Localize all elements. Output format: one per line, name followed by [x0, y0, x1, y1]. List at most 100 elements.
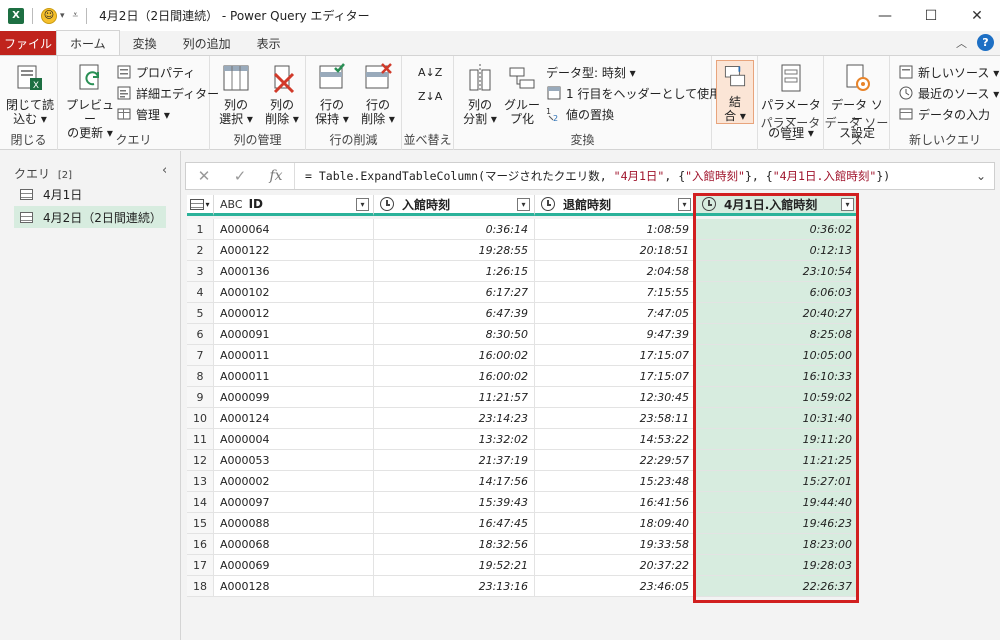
cell-apr1-entry-time[interactable]: 20:40:27 — [696, 303, 859, 324]
cell-entry-time[interactable]: 8:30:50 — [374, 324, 535, 345]
row-number[interactable]: 6 — [187, 324, 214, 345]
advanced-editor-button[interactable]: 詳細エディター — [116, 83, 219, 103]
data-type-dropdown[interactable]: データ型: 時刻 ▾ — [546, 62, 636, 82]
cell-entry-time[interactable]: 16:47:45 — [374, 513, 535, 534]
column-filter-dropdown-icon[interactable]: ▾ — [678, 198, 691, 211]
text-type-icon[interactable]: ABC — [220, 198, 243, 211]
cell-id[interactable]: A000099 — [214, 387, 374, 408]
cancel-formula-icon[interactable]: ✕ — [186, 163, 222, 189]
cell-apr1-entry-time[interactable]: 19:44:40 — [696, 492, 859, 513]
cell-exit-time[interactable]: 22:29:57 — [535, 450, 696, 471]
cell-id[interactable]: A000122 — [214, 240, 374, 261]
keep-rows-button[interactable]: 行の 保持 ▾ — [310, 62, 354, 126]
column-header-exit-time[interactable]: 退館時刻 ▾ — [535, 195, 696, 216]
smiley-feedback-icon[interactable]: ☺ — [41, 7, 57, 24]
enter-data-button[interactable]: データの入力 — [898, 104, 990, 124]
column-header-entry-time[interactable]: 入館時刻 ▾ — [374, 195, 535, 216]
cell-exit-time[interactable]: 23:58:11 — [535, 408, 696, 429]
cell-apr1-entry-time[interactable]: 0:12:13 — [696, 240, 859, 261]
cell-apr1-entry-time[interactable]: 19:46:23 — [696, 513, 859, 534]
cell-apr1-entry-time[interactable]: 19:11:20 — [696, 429, 859, 450]
use-first-row-as-headers-button[interactable]: 1 行目をヘッダーとして使用 ▾ — [546, 83, 731, 103]
cell-apr1-entry-time[interactable]: 6:06:03 — [696, 282, 859, 303]
close-and-load-button[interactable]: X 閉じて読 込む ▾ — [4, 62, 56, 126]
row-number[interactable]: 17 — [187, 555, 214, 576]
cell-apr1-entry-time[interactable]: 8:25:08 — [696, 324, 859, 345]
cell-apr1-entry-time[interactable]: 22:26:37 — [696, 576, 859, 597]
cell-id[interactable]: A000136 — [214, 261, 374, 282]
cell-apr1-entry-time[interactable]: 18:23:00 — [696, 534, 859, 555]
remove-rows-button[interactable]: 行の 削除 ▾ — [356, 62, 400, 126]
time-type-icon[interactable] — [702, 197, 716, 211]
recent-sources-button[interactable]: 最近のソース ▾ — [898, 83, 999, 103]
cell-exit-time[interactable]: 17:15:07 — [535, 366, 696, 387]
cell-entry-time[interactable]: 16:00:02 — [374, 366, 535, 387]
row-number[interactable]: 5 — [187, 303, 214, 324]
sort-descending-button[interactable]: Z↓A — [418, 86, 442, 106]
row-number[interactable]: 7 — [187, 345, 214, 366]
column-header-apr1-entry-time[interactable]: 4月1日.入館時刻 ▾ — [696, 195, 859, 216]
cell-exit-time[interactable]: 23:46:05 — [535, 576, 696, 597]
help-icon[interactable]: ? — [977, 34, 994, 51]
cell-exit-time[interactable]: 1:08:59 — [535, 219, 696, 240]
close-button[interactable]: ✕ — [954, 0, 1000, 31]
cell-id[interactable]: A000011 — [214, 366, 374, 387]
cell-entry-time[interactable]: 0:36:14 — [374, 219, 535, 240]
cell-exit-time[interactable]: 20:37:22 — [535, 555, 696, 576]
cell-entry-time[interactable]: 14:17:56 — [374, 471, 535, 492]
row-number[interactable]: 4 — [187, 282, 214, 303]
queries-panel-collapse-icon[interactable]: ‹ — [162, 163, 167, 178]
tab-home[interactable]: ホーム — [56, 30, 120, 55]
cell-exit-time[interactable]: 14:53:22 — [535, 429, 696, 450]
time-type-icon[interactable] — [380, 197, 394, 211]
row-number[interactable]: 14 — [187, 492, 214, 513]
row-number[interactable]: 13 — [187, 471, 214, 492]
row-number[interactable]: 10 — [187, 408, 214, 429]
combine-button[interactable]: 結 合 ▾ — [716, 60, 754, 124]
cell-exit-time[interactable]: 20:18:51 — [535, 240, 696, 261]
row-number[interactable]: 15 — [187, 513, 214, 534]
cell-entry-time[interactable]: 15:39:43 — [374, 492, 535, 513]
query-item-apr1[interactable]: 4月1日 — [14, 183, 166, 205]
sort-ascending-button[interactable]: A↓Z — [418, 62, 442, 82]
cell-apr1-entry-time[interactable]: 10:05:00 — [696, 345, 859, 366]
preview-refresh-button[interactable]: プレビュー の更新 ▾ — [64, 62, 116, 140]
maximize-button[interactable]: ☐ — [908, 0, 954, 31]
formula-expand-icon[interactable]: ⌄ — [968, 169, 994, 183]
replace-values-button[interactable]: 12 値の置換 — [546, 104, 614, 124]
cell-entry-time[interactable]: 21:37:19 — [374, 450, 535, 471]
cell-id[interactable]: A000011 — [214, 345, 374, 366]
group-by-button[interactable]: グルー プ化 — [502, 62, 542, 126]
cell-exit-time[interactable]: 12:30:45 — [535, 387, 696, 408]
cell-entry-time[interactable]: 13:32:02 — [374, 429, 535, 450]
cell-apr1-entry-time[interactable]: 16:10:33 — [696, 366, 859, 387]
tab-transform[interactable]: 変換 — [120, 31, 170, 55]
row-number[interactable]: 8 — [187, 366, 214, 387]
row-number[interactable]: 16 — [187, 534, 214, 555]
cell-entry-time[interactable]: 16:00:02 — [374, 345, 535, 366]
fx-icon[interactable]: fx — [258, 163, 294, 189]
cell-entry-time[interactable]: 1:26:15 — [374, 261, 535, 282]
cell-apr1-entry-time[interactable]: 15:27:01 — [696, 471, 859, 492]
row-number[interactable]: 1 — [187, 219, 214, 240]
cell-id[interactable]: A000012 — [214, 303, 374, 324]
cell-exit-time[interactable]: 2:04:58 — [535, 261, 696, 282]
cell-entry-time[interactable]: 6:17:27 — [374, 282, 535, 303]
cell-entry-time[interactable]: 18:32:56 — [374, 534, 535, 555]
cell-id[interactable]: A000102 — [214, 282, 374, 303]
cell-entry-time[interactable]: 6:47:39 — [374, 303, 535, 324]
remove-columns-button[interactable]: 列の 削除 ▾ — [260, 62, 304, 126]
cell-exit-time[interactable]: 7:47:05 — [535, 303, 696, 324]
feedback-dropdown-icon[interactable]: ▾ — [60, 11, 65, 21]
cell-exit-time[interactable]: 19:33:58 — [535, 534, 696, 555]
cell-id[interactable]: A000128 — [214, 576, 374, 597]
split-column-button[interactable]: 列の 分割 ▾ — [458, 62, 502, 126]
cell-entry-time[interactable]: 23:14:23 — [374, 408, 535, 429]
cell-exit-time[interactable]: 18:09:40 — [535, 513, 696, 534]
row-number[interactable]: 3 — [187, 261, 214, 282]
row-number[interactable]: 18 — [187, 576, 214, 597]
cell-apr1-entry-time[interactable]: 23:10:54 — [696, 261, 859, 282]
cell-id[interactable]: A000064 — [214, 219, 374, 240]
ribbon-collapse-icon[interactable]: ︿ — [956, 35, 967, 51]
cell-exit-time[interactable]: 16:41:56 — [535, 492, 696, 513]
